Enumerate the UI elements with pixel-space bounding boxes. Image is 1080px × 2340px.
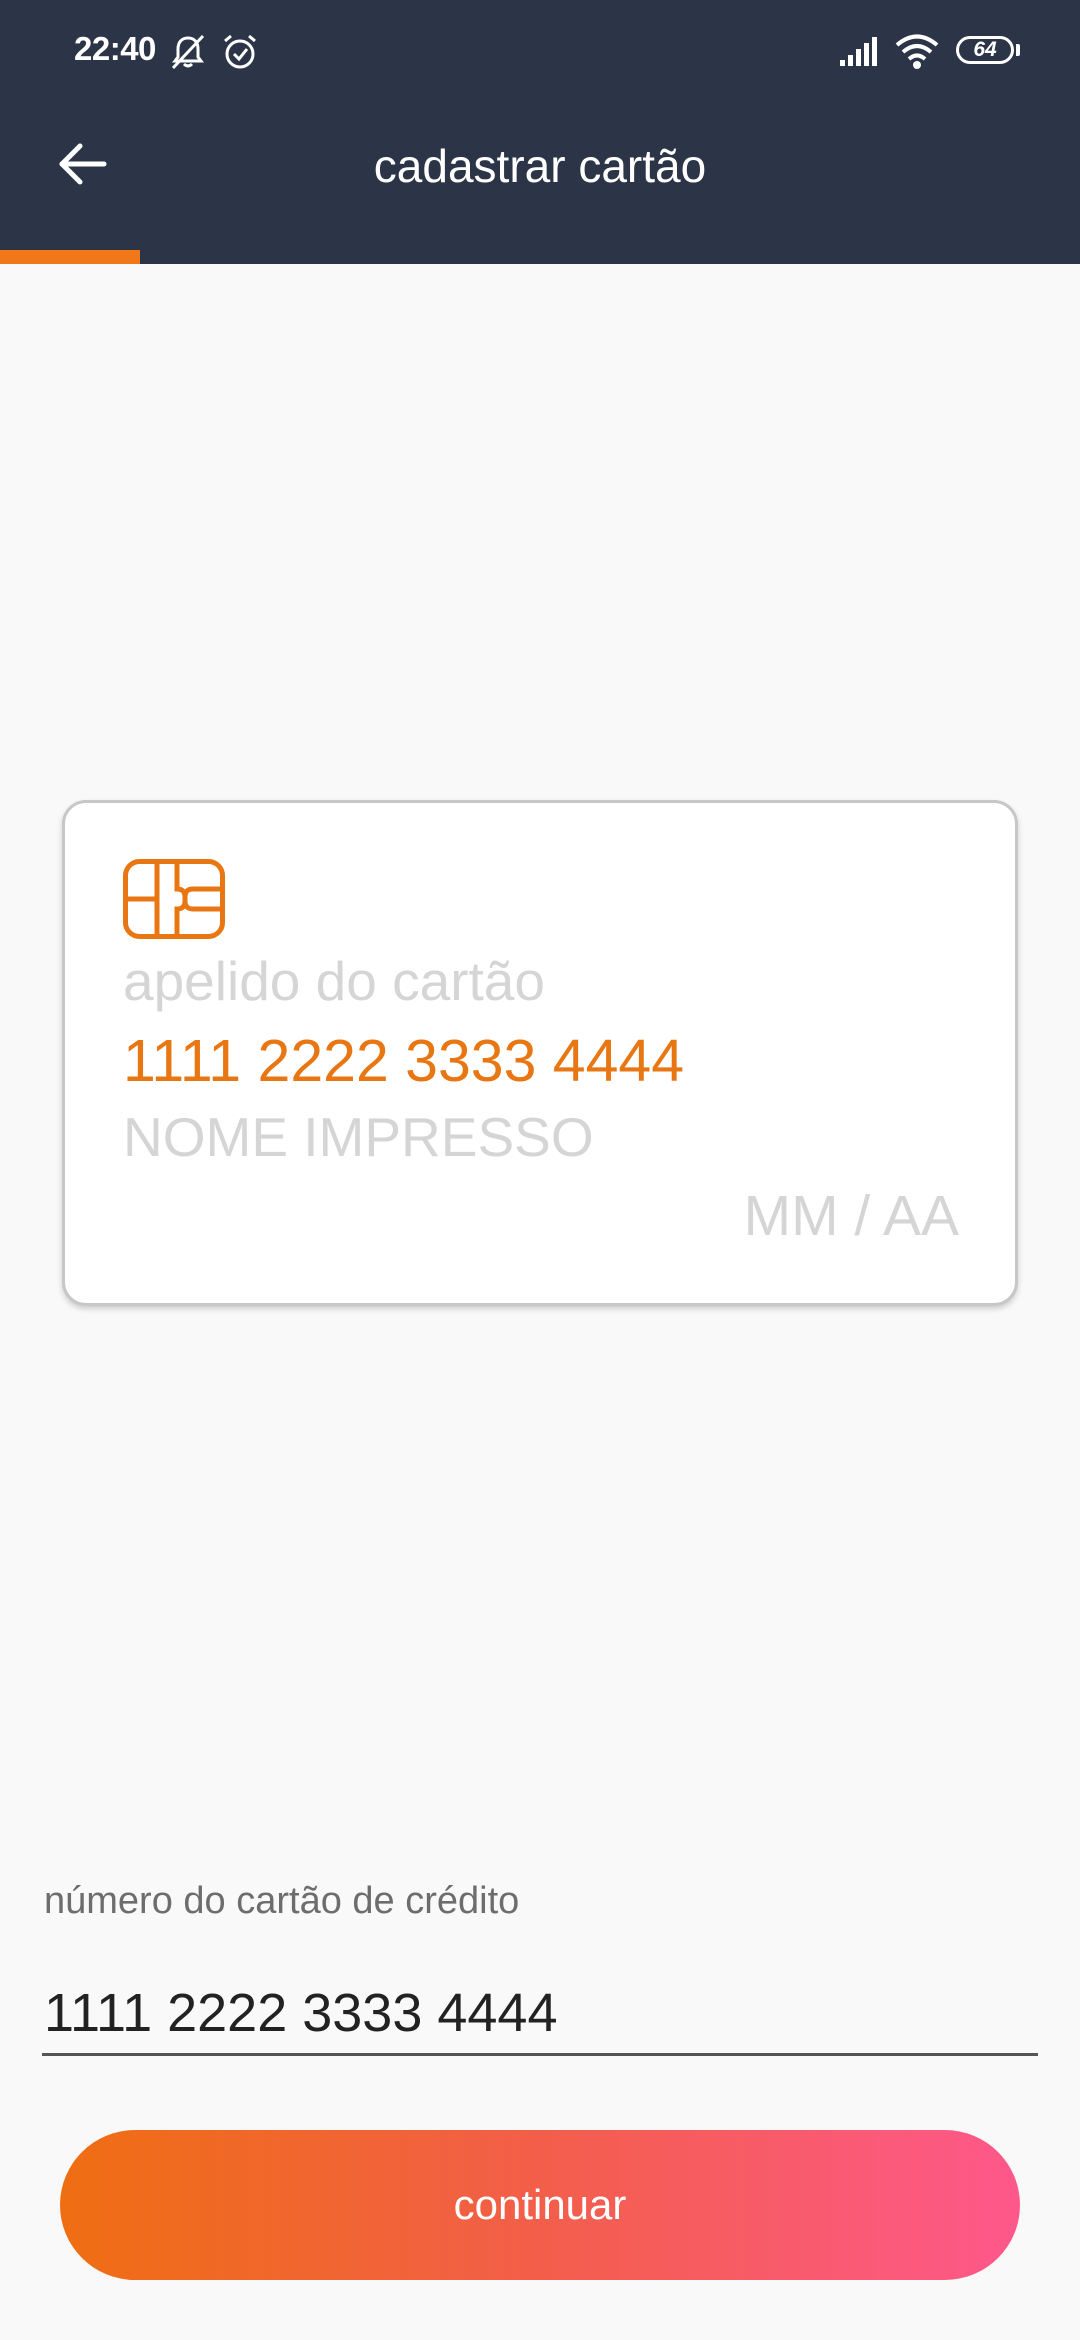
battery-level: 64	[973, 38, 997, 61]
progress-bar	[0, 250, 1080, 264]
card-expiry-placeholder: MM / AA	[743, 1184, 959, 1248]
progress-fill	[0, 250, 141, 264]
status-bar: 22:40 64	[0, 0, 1080, 100]
battery-icon: 64	[956, 36, 1014, 64]
card-preview: apelido do cartão 1111 2222 3333 4444 NO…	[62, 800, 1018, 1306]
card-name-placeholder: NOME IMPRESSO	[123, 1106, 594, 1168]
continue-button[interactable]: continuar	[60, 2130, 1020, 2280]
card-chip-icon	[123, 859, 225, 939]
signal-icon	[840, 37, 877, 66]
card-number-preview: 1111 2222 3333 4444	[123, 1028, 685, 1094]
mute-icon	[171, 34, 205, 70]
alarm-icon	[224, 34, 256, 69]
battery-tip	[1016, 44, 1020, 56]
card-number-label: número do cartão de crédito	[44, 1880, 520, 1922]
wifi-icon	[895, 34, 939, 69]
status-time: 22:40	[74, 30, 156, 67]
card-number-input[interactable]	[42, 1972, 1038, 2056]
page-title: cadastrar cartão	[373, 140, 707, 192]
card-nickname-placeholder: apelido do cartão	[123, 950, 545, 1012]
app-header: 22:40 64 cadastrar cartão	[0, 0, 1080, 264]
